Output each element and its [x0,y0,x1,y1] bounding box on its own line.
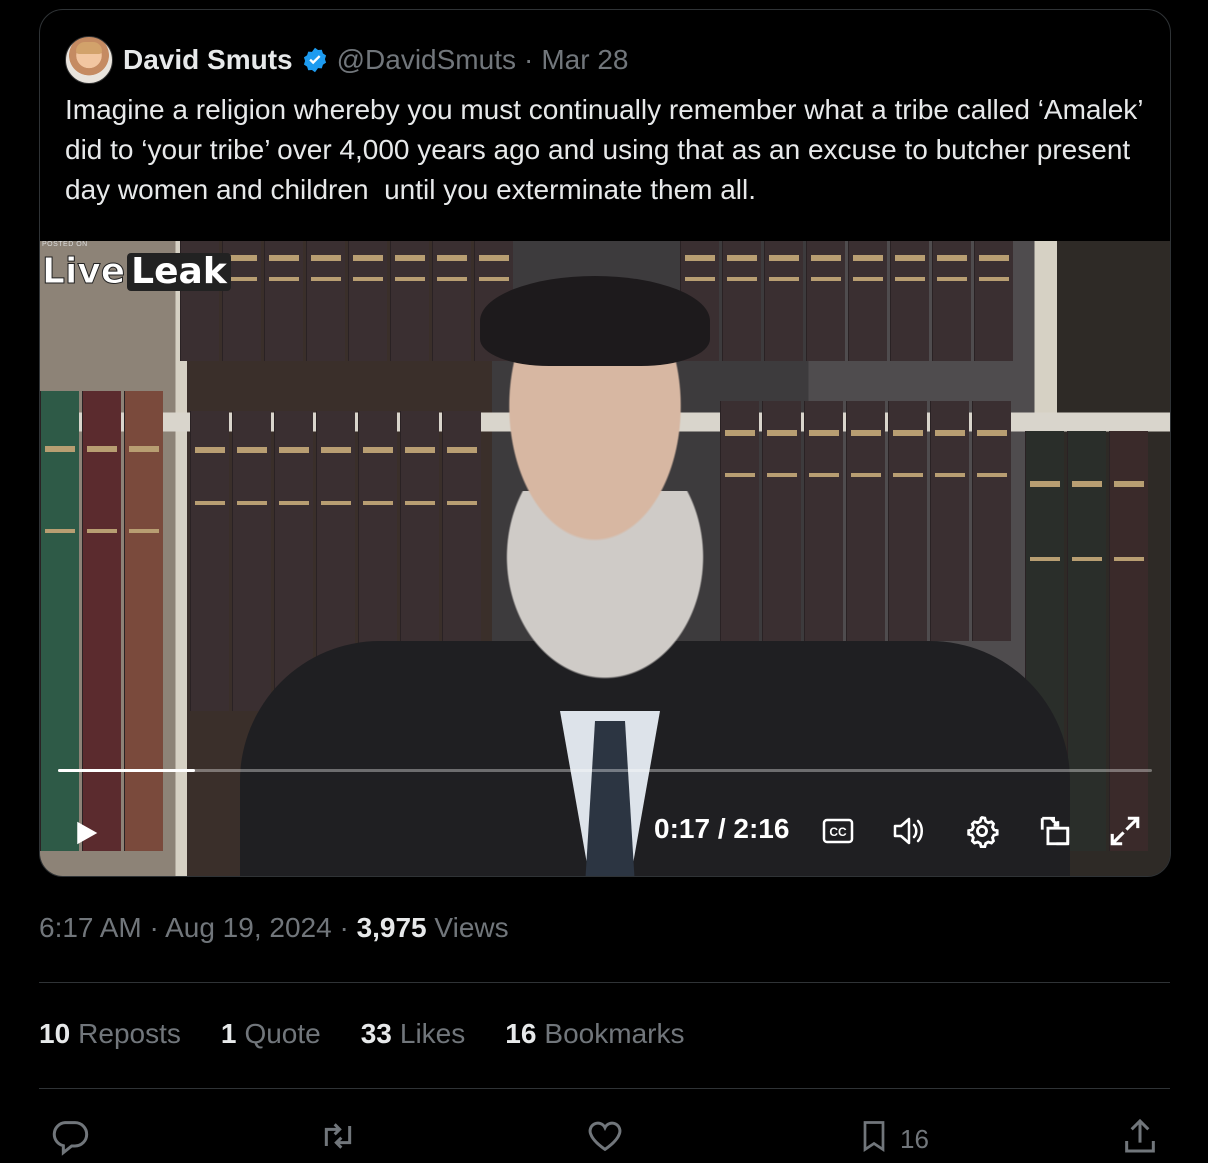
fullscreen-icon[interactable] [1105,811,1145,851]
quoted-tweet-text: Imagine a religion whereby you must cont… [65,94,1151,205]
like-icon[interactable] [585,1116,625,1156]
watermark-posted-on: POSTED ON [42,241,88,248]
likes-count: 33 [360,1018,392,1049]
views-label: Views [434,912,509,943]
repost-icon[interactable] [318,1116,358,1156]
video-time-display: 0:17 / 2:16 [654,813,789,845]
reposts-count: 10 [39,1018,71,1049]
header-separator: · [523,44,534,75]
author-handle[interactable]: @DavidSmuts [337,44,516,76]
bookmark-action[interactable]: 16 [856,1116,929,1163]
views-count: 3,975 [356,912,427,943]
video-frame-books-right [720,401,1011,641]
likes-stat[interactable]: 33 Likes [361,1018,466,1050]
tweet-action-bar: 16 [0,1112,1208,1156]
author-avatar[interactable] [65,36,113,84]
reply-icon[interactable] [50,1116,90,1156]
watermark-leak: Leak [127,253,231,291]
video-progress-bar[interactable] [58,769,1152,772]
bookmarks-stat[interactable]: 16 Bookmarks [505,1018,684,1050]
reposts-stat[interactable]: 10 Reposts [39,1018,181,1050]
quoted-tweet-date[interactable]: Mar 28 [541,44,628,76]
closed-captions-icon[interactable]: CC [818,811,858,851]
tweet-date[interactable]: Aug 19, 2024 [165,912,332,943]
quotes-label: Quote [244,1018,321,1049]
duration: 2:16 [733,813,790,844]
tweet-time[interactable]: 6:17 AM [39,912,142,943]
video-progress-fill [58,769,195,772]
meta-separator: · [339,912,349,943]
liveleak-watermark-logo: Live Leak [41,251,231,292]
bookmarks-count: 16 [505,1018,537,1049]
play-icon[interactable] [66,813,106,853]
meta-separator: · [149,912,159,943]
watermark-live: Live [41,251,126,292]
svg-text:CC: CC [829,825,847,839]
volume-icon[interactable] [890,811,930,851]
bookmark-icon [856,1116,892,1163]
quoted-tweet-card[interactable]: David Smuts @DavidSmuts · Mar 28 Imagine… [39,9,1171,877]
video-controls: 0:17 / 2:16 CC [40,801,1170,861]
video-frame-person-yarmulke [480,276,710,366]
verified-badge-icon [301,46,329,74]
bookmarks-label: Bookmarks [544,1018,685,1049]
divider [39,982,1170,983]
likes-label: Likes [399,1018,466,1049]
engagement-stats: 10 Reposts 1 Quote 33 Likes 16 Bookmarks [39,1018,724,1050]
settings-gear-icon[interactable] [962,811,1002,851]
reposts-label: Reposts [78,1018,181,1049]
quotes-count: 1 [220,1018,237,1049]
video-frame-books-far-left [40,391,163,851]
quoted-tweet-header: David Smuts @DavidSmuts · Mar 28 [65,36,628,84]
video-player[interactable]: POSTED ON Live Leak 0:17 / 2:16 CC [40,241,1170,876]
time-separator: / [710,813,734,844]
bookmark-action-count: 16 [900,1124,929,1154]
author-name[interactable]: David Smuts [123,44,293,76]
share-icon[interactable] [1120,1116,1160,1156]
tweet-metadata: 6:17 AM · Aug 19, 2024 · 3,975 Views [39,912,509,944]
quotes-stat[interactable]: 1 Quote [221,1018,321,1050]
divider [39,1088,1170,1089]
current-time: 0:17 [654,813,711,844]
video-frame-books-top-right [680,241,1013,361]
picture-in-picture-icon[interactable] [1035,811,1075,851]
